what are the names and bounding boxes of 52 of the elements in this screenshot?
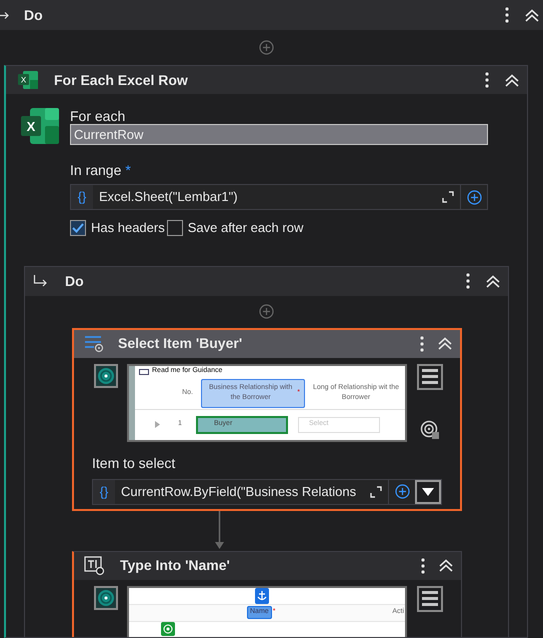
connector-arrow bbox=[215, 510, 224, 550]
more-options-icon[interactable] bbox=[505, 7, 509, 23]
more-options-icon[interactable] bbox=[420, 336, 424, 352]
activity-title: Select Item 'Buyer' bbox=[118, 334, 242, 353]
menu-icon[interactable] bbox=[417, 364, 443, 390]
dropdown-button[interactable] bbox=[415, 480, 441, 504]
activity-title: For Each Excel Row bbox=[54, 70, 188, 90]
type-into-icon bbox=[84, 556, 106, 576]
expand-editor-icon[interactable] bbox=[370, 486, 382, 498]
sequence-title: Do bbox=[65, 272, 84, 290]
expression-value: CurrentRow.ByField("Business Relations bbox=[120, 482, 358, 501]
menu-icon[interactable] bbox=[417, 586, 443, 612]
arrow-down-right-icon bbox=[33, 275, 47, 287]
item-name-field[interactable]: CurrentRow bbox=[70, 124, 488, 145]
collapse-icon[interactable] bbox=[439, 559, 453, 572]
activity-title: Type Into 'Name' bbox=[120, 556, 230, 575]
activity-card[interactable] bbox=[4, 65, 528, 638]
more-options-icon[interactable] bbox=[466, 273, 470, 289]
expression-field[interactable]: {} CurrentRow.ByField("Business Relations bbox=[92, 478, 442, 504]
target-app-icon[interactable] bbox=[94, 586, 118, 610]
field-label: In range bbox=[70, 162, 122, 178]
collapse-icon[interactable] bbox=[505, 74, 519, 86]
add-activity-icon[interactable] bbox=[394, 484, 410, 499]
expand-row-icon bbox=[155, 421, 160, 428]
more-options-icon[interactable] bbox=[485, 72, 489, 88]
add-activity-icon[interactable] bbox=[466, 190, 482, 204]
field-label: Item to select bbox=[91, 454, 176, 472]
add-activity-icon[interactable] bbox=[259, 304, 274, 319]
list-select-icon bbox=[84, 334, 104, 352]
collapse-icon[interactable] bbox=[486, 274, 500, 288]
required-mark: * bbox=[125, 162, 131, 178]
add-activity-icon[interactable] bbox=[259, 40, 274, 55]
target-icon bbox=[161, 622, 175, 636]
arrow-right-icon bbox=[0, 10, 9, 20]
expression-icon: {} bbox=[71, 185, 93, 209]
expression-value: Excel.Sheet("Lembar1") bbox=[98, 188, 239, 206]
target-app-icon[interactable] bbox=[94, 364, 118, 388]
collapse-icon[interactable] bbox=[438, 337, 452, 350]
caret-down-icon bbox=[422, 488, 434, 496]
checkbox-label: Save after each row bbox=[188, 219, 304, 237]
target-settings-icon[interactable] bbox=[420, 420, 440, 440]
more-options-icon[interactable] bbox=[421, 558, 425, 574]
collapse-icon[interactable] bbox=[525, 8, 539, 22]
sequence-title: Do bbox=[24, 6, 43, 24]
checkbox[interactable] bbox=[70, 220, 86, 236]
field-label: For each bbox=[70, 108, 126, 124]
checkbox[interactable] bbox=[166, 220, 183, 236]
expression-icon: {} bbox=[93, 480, 115, 504]
checkbox-label: Has headers bbox=[91, 219, 165, 237]
expand-editor-icon[interactable] bbox=[442, 191, 454, 203]
anchor-icon bbox=[255, 588, 269, 604]
expression-field[interactable]: {} Excel.Sheet("Lembar1") bbox=[70, 184, 488, 210]
